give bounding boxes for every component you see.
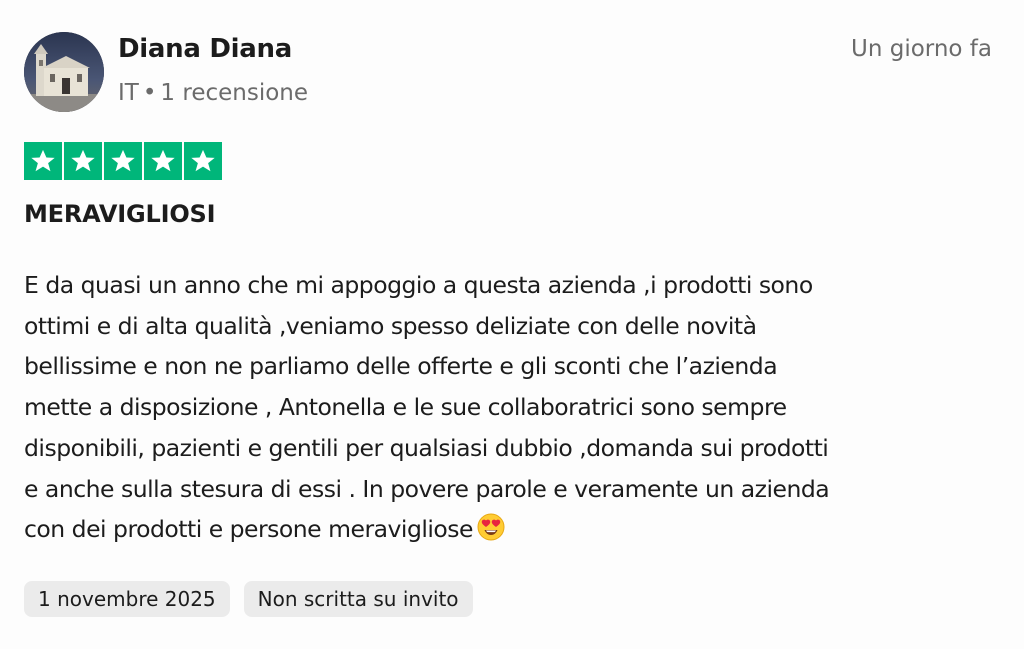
star-1 bbox=[24, 142, 62, 180]
review-body-line: disponibili, pazienti e gentili per qual… bbox=[24, 433, 829, 462]
review-body-line: E da quasi un anno che mi appoggio a que… bbox=[24, 271, 813, 299]
review-title: MERAVIGLIOSI bbox=[24, 200, 216, 228]
review-body: E da quasi un anno che mi appoggio a que… bbox=[24, 265, 1000, 550]
star-icon bbox=[31, 149, 55, 172]
star-4 bbox=[144, 142, 182, 180]
reviewer-meta: IT • 1 recensione bbox=[118, 80, 308, 106]
star-icon bbox=[111, 149, 135, 172]
review-body-line: con dei prodotti e persone meravigliose bbox=[24, 515, 474, 544]
review-header: Diana Diana IT • 1 recensione Un giorno fa bbox=[24, 32, 992, 112]
review-relative-date: Un giorno fa bbox=[851, 36, 992, 62]
review-body-line: e anche sulla stesura di essi . In pover… bbox=[24, 474, 830, 503]
invite-status-tag[interactable]: Non scritta su invito bbox=[243, 581, 473, 617]
review-date-tag: 1 novembre 2025 bbox=[24, 581, 230, 617]
star-icon bbox=[151, 149, 175, 172]
star-5 bbox=[184, 142, 222, 180]
reviewer-country: IT bbox=[118, 80, 139, 106]
meta-separator: • bbox=[142, 80, 157, 106]
reviewer-review-count: 1 recensione bbox=[160, 80, 309, 106]
review-tags: 1 novembre 2025 Non scritta su invito bbox=[24, 581, 473, 617]
star-3 bbox=[104, 142, 142, 180]
star-icon bbox=[71, 149, 95, 172]
review-body-line: mette a disposizione , Antonella e le su… bbox=[24, 393, 787, 422]
review-body-line: ottimi e di alta qualità ,veniamo spesso… bbox=[24, 311, 757, 340]
star-2 bbox=[64, 142, 102, 180]
review-body-last-line: con dei prodotti e persone meravigliose bbox=[24, 509, 1000, 550]
reviewer-name[interactable]: Diana Diana bbox=[118, 34, 292, 64]
review-card: Diana Diana IT • 1 recensione Un giorno fa… bbox=[0, 0, 1024, 649]
heart-eyes-emoji-icon bbox=[477, 513, 505, 541]
reviewer-avatar[interactable] bbox=[24, 32, 104, 112]
star-rating bbox=[24, 142, 222, 180]
star-icon bbox=[191, 149, 215, 172]
church-photo-avatar-icon bbox=[24, 32, 104, 112]
review-body-line: bellissime e non ne parliamo delle offer… bbox=[24, 352, 778, 381]
